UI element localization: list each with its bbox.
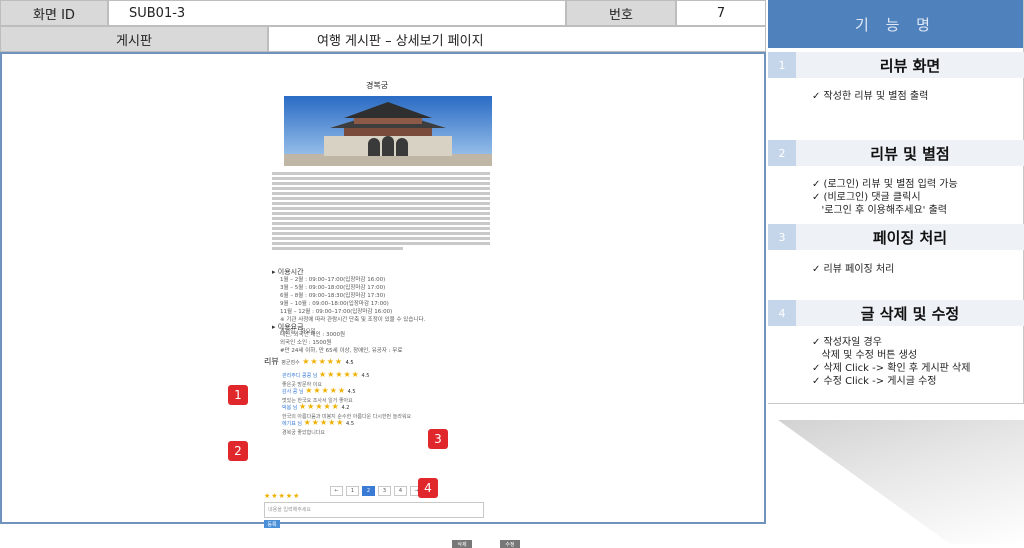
function-row-2: 2 리뷰 및 별점 bbox=[768, 140, 1024, 166]
function-desc-3: ✓ 리뷰 페이징 처리 bbox=[812, 264, 895, 275]
number-label-cell: 번호 bbox=[566, 0, 676, 26]
function-row-4: 4 글 삭제 및 수정 bbox=[768, 300, 1024, 326]
function-name: 글 삭제 및 수정 bbox=[796, 300, 1024, 326]
function-num: 3 bbox=[768, 224, 796, 250]
review-heading: 리뷰 평균점수 ★★★★★ 4.5 bbox=[264, 357, 354, 366]
function-desc-1: ✓ 작성한 리뷰 및 별점 출력 bbox=[812, 91, 929, 102]
function-panel: 기 능 명 1 리뷰 화면 ✓ 작성한 리뷰 및 별점 출력 2 리뷰 및 별점… bbox=[768, 0, 1024, 404]
screen-id-value: SUB01-3 bbox=[129, 5, 186, 21]
function-desc-2: ✓ (로그인) 리뷰 및 별점 입력 가능 ✓ (비로그인) 댓글 클릭시 '로… bbox=[812, 179, 958, 216]
number-value: 7 bbox=[716, 5, 726, 21]
palace-image bbox=[284, 96, 492, 166]
board-label-cell: 게시판 bbox=[0, 26, 268, 52]
function-num: 1 bbox=[768, 52, 796, 78]
place-title: 경복궁 bbox=[366, 81, 389, 90]
board-label: 게시판 bbox=[116, 33, 152, 49]
function-num: 2 bbox=[768, 140, 796, 166]
info-fee-list: 대인, 외국인 대인 : 3000원 외국인 소인 : 1500원 #만 24세 이… bbox=[280, 332, 403, 354]
callout-badge-2: 2 bbox=[228, 441, 248, 461]
page-preview: 경복궁 ▸ 이용시간 1월 – 2월 : 09:00–17:00(입장마감 16… bbox=[0, 52, 766, 548]
list-item: 에기표 님 ★★★★★ 4.5 경복궁 좋았합니다요 bbox=[282, 418, 354, 436]
article-text bbox=[272, 170, 490, 252]
page-1-button[interactable]: 1 bbox=[346, 486, 359, 496]
function-name: 리뷰 및 별점 bbox=[796, 140, 1024, 166]
callout-badge-1: 1 bbox=[228, 385, 248, 405]
page-prev-button[interactable]: ← bbox=[330, 486, 343, 496]
page-3-button[interactable]: 3 bbox=[378, 486, 391, 496]
screen-id-cell: SUB01-3 bbox=[108, 0, 566, 26]
page-shadow bbox=[778, 420, 1024, 544]
rating-input-stars[interactable]: ★★★★★ bbox=[264, 492, 300, 500]
function-row-3: 3 페이징 처리 bbox=[768, 224, 1024, 250]
page-2-button[interactable]: 2 bbox=[362, 486, 375, 496]
page-name-cell: 여행 게시판 – 상세보기 페이지 bbox=[268, 26, 766, 52]
screen-id-label: 화면 ID bbox=[33, 7, 75, 23]
screen-id-label-cell: 화면 ID bbox=[0, 0, 108, 26]
callout-badge-3: 3 bbox=[428, 429, 448, 449]
review-input[interactable]: 내용을 입력해주세요 bbox=[264, 502, 484, 518]
edit-button[interactable]: 수정 bbox=[500, 540, 520, 548]
function-name: 리뷰 화면 bbox=[796, 52, 1024, 78]
function-name: 페이징 처리 bbox=[796, 224, 1024, 250]
function-panel-title: 기 능 명 bbox=[768, 0, 1023, 48]
callout-badge-4: 4 bbox=[418, 478, 438, 498]
number-label: 번호 bbox=[609, 7, 633, 23]
function-num: 4 bbox=[768, 300, 796, 326]
delete-button[interactable]: 삭제 bbox=[452, 540, 472, 548]
review-submit-button[interactable]: 등록 bbox=[264, 520, 280, 528]
page-name: 여행 게시판 – 상세보기 페이지 bbox=[317, 33, 484, 49]
number-cell: 7 bbox=[676, 0, 766, 26]
function-row-1: 1 리뷰 화면 bbox=[768, 52, 1024, 78]
page-4-button[interactable]: 4 bbox=[394, 486, 407, 496]
function-desc-4: ✓ 작성자일 경우 삭제 및 수정 버튼 생성 ✓ 삭제 Click -> 확인… bbox=[812, 337, 971, 387]
